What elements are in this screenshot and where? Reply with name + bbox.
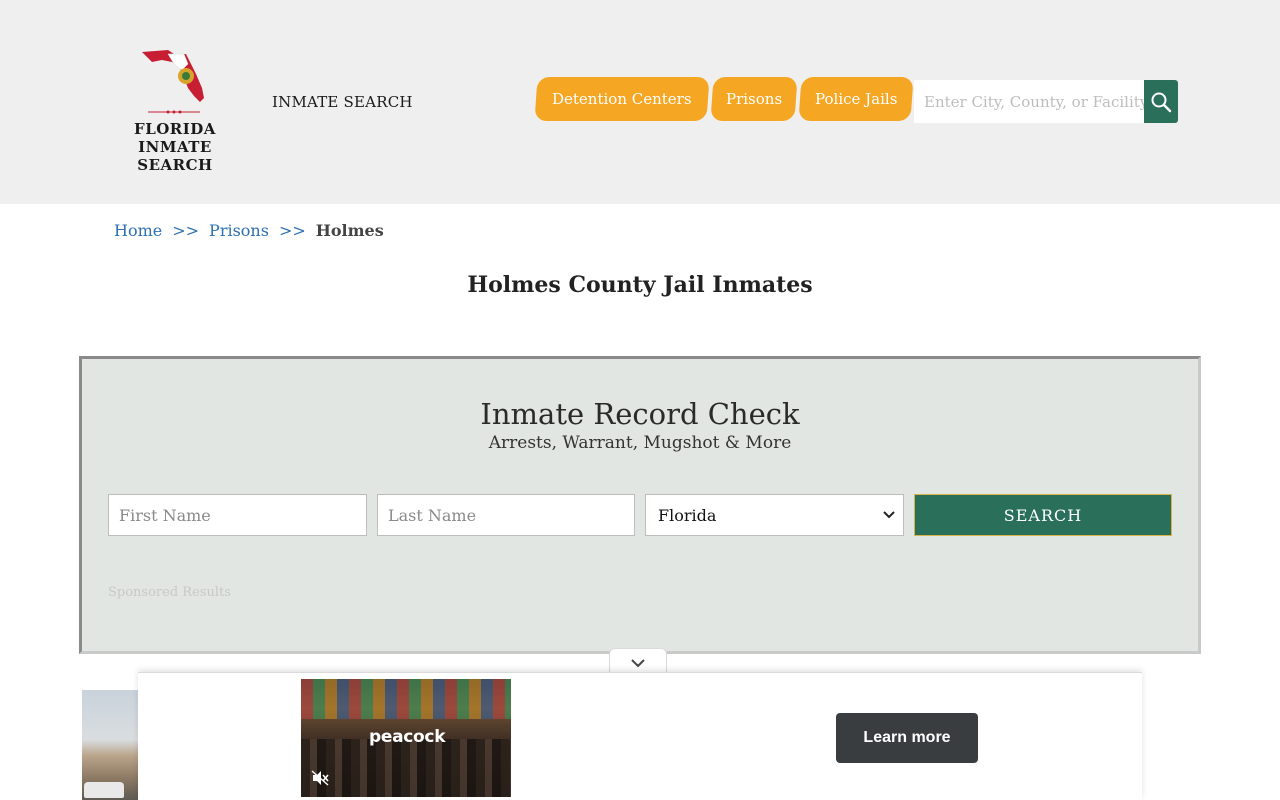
ad-brand-logo: peacock — [369, 727, 446, 747]
facility-search-input[interactable] — [914, 80, 1144, 123]
logo-text-line1: FLORIDA — [134, 120, 216, 138]
nav-label: Prisons — [725, 90, 783, 108]
florida-map-icon — [142, 50, 204, 114]
chevron-down-icon — [883, 511, 895, 519]
ad-learn-more-button[interactable]: Learn more — [836, 713, 978, 763]
main-nav: Detention Centers Prisons Police Jails — [534, 77, 916, 121]
nav-detention-centers[interactable]: Detention Centers — [534, 77, 710, 121]
ad-video[interactable]: peacock — [301, 679, 511, 797]
breadcrumb-current: Holmes — [315, 221, 384, 240]
breadcrumb-separator: >> — [278, 221, 306, 240]
last-name-field[interactable] — [377, 494, 635, 536]
bottom-ad-banner: peacock Learn more — [138, 672, 1142, 800]
breadcrumb-separator: >> — [172, 221, 200, 240]
site-header: FLORIDA INMATE SEARCH INMATE SEARCH Dete… — [0, 0, 1280, 204]
site-logo[interactable]: FLORIDA INMATE SEARCH — [100, 40, 250, 174]
ad-video-crowd — [301, 739, 511, 797]
breadcrumb: Home >> Prisons >> Holmes — [114, 221, 384, 240]
facility-search-button[interactable] — [1144, 80, 1178, 123]
ad-video-lights — [301, 679, 511, 719]
site-title[interactable]: INMATE SEARCH — [272, 93, 413, 111]
nav-label: Detention Centers — [552, 90, 692, 108]
logo-text-line2: INMATE SEARCH — [137, 138, 213, 174]
breadcrumb-prisons[interactable]: Prisons — [209, 221, 269, 240]
breadcrumb-home[interactable]: Home — [114, 221, 162, 240]
ad-mute-button[interactable] — [309, 767, 331, 789]
search-icon — [1151, 92, 1172, 112]
chevron-down-icon — [631, 658, 645, 667]
nav-police-jails[interactable]: Police Jails — [798, 77, 914, 121]
state-select[interactable]: Florida — [645, 494, 904, 536]
page-title: Holmes County Jail Inmates — [467, 272, 813, 298]
sponsored-results-label: Sponsored Results — [108, 585, 231, 600]
nav-label: Police Jails — [814, 90, 898, 108]
state-select-value: Florida — [658, 505, 717, 525]
nav-prisons[interactable]: Prisons — [710, 77, 798, 121]
mute-icon — [311, 770, 329, 786]
panel-title: Inmate Record Check — [480, 397, 800, 431]
first-name-field[interactable] — [108, 494, 367, 536]
panel-subtitle: Arrests, Warrant, Mugshot & More — [488, 433, 792, 453]
facility-photo-car — [84, 782, 124, 798]
inmate-record-check-panel: Inmate Record Check Arrests, Warrant, Mu… — [79, 356, 1201, 654]
record-search-button[interactable]: SEARCH — [914, 494, 1172, 536]
